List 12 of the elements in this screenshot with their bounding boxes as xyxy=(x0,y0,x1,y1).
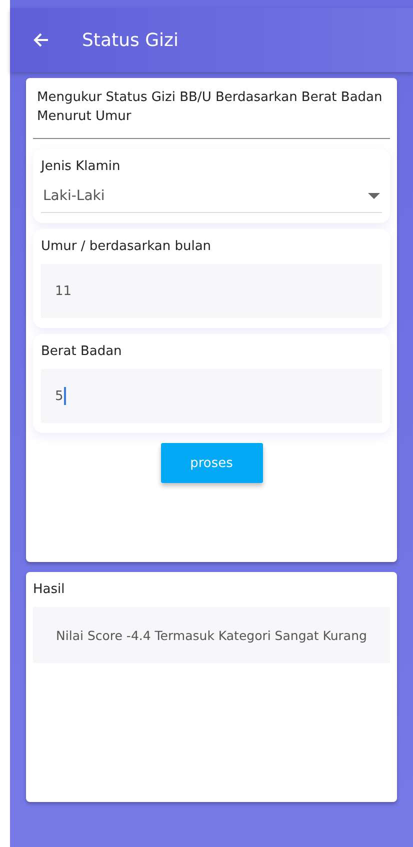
gender-dropdown[interactable]: Laki-Laki xyxy=(41,184,382,213)
input-field[interactable]: 5 xyxy=(41,369,382,423)
form-heading: Mengukur Status Gizi BB/U Berdasarkan Berat Badan Menurut Umur xyxy=(33,88,390,139)
input-field[interactable]: 11 xyxy=(41,264,382,318)
back-icon[interactable] xyxy=(32,31,50,49)
result-text: Nilai Score -4.4 Termasuk Kategori Sangat Kurang xyxy=(33,607,390,663)
field-label: Berat Badan xyxy=(41,344,123,359)
field-label: Umur / berdasarkan bulan xyxy=(41,239,212,254)
field-label: Jenis Klamin xyxy=(41,159,122,174)
caret-icon xyxy=(368,193,380,199)
result-label: Hasil xyxy=(33,582,66,597)
screen-title: Status Gizi xyxy=(82,30,178,50)
